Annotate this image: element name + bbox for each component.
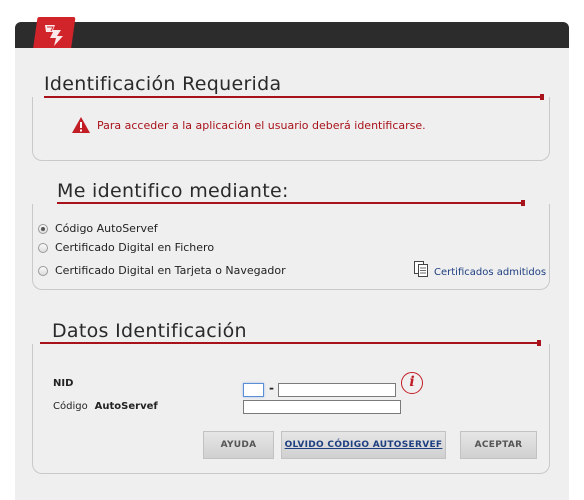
section-title-identification-required: Identificación Requerida bbox=[44, 73, 282, 95]
radio-label: Certificado Digital en Fichero bbox=[55, 241, 215, 254]
code-label-prefix: Código bbox=[53, 401, 88, 412]
radio-option-cert-card[interactable]: Certificado Digital en Tarjeta o Navegad… bbox=[38, 264, 286, 277]
nid-label: NID bbox=[53, 378, 74, 389]
code-input[interactable] bbox=[243, 400, 401, 414]
radio-option-cert-file[interactable]: Certificado Digital en Fichero bbox=[38, 241, 214, 254]
nid-prefix-input[interactable] bbox=[243, 383, 264, 397]
radio-label: Código AutoServef bbox=[55, 222, 158, 235]
warning-triangle-icon bbox=[72, 117, 90, 133]
documents-icon bbox=[414, 261, 428, 277]
nid-input[interactable] bbox=[278, 383, 396, 397]
certificates-link-text[interactable]: Certificados admitidos bbox=[434, 267, 546, 278]
info-icon[interactable]: i bbox=[401, 372, 423, 394]
radio-label: Certificado Digital en Tarjeta o Navegad… bbox=[55, 264, 286, 277]
nid-separator: - bbox=[269, 381, 274, 395]
code-label-bold: AutoServef bbox=[94, 401, 158, 412]
radio-button[interactable] bbox=[38, 265, 48, 276]
certificates-link[interactable]: Certificados admitidos bbox=[413, 260, 546, 278]
radio-option-autoservef[interactable]: Código AutoServef bbox=[38, 222, 158, 235]
help-button[interactable]: AYUDA bbox=[203, 431, 274, 459]
warning-text: Para acceder a la aplicación el usuario … bbox=[97, 118, 426, 132]
warning-message: Para acceder a la aplicación el usuario … bbox=[71, 116, 426, 134]
section-title-identify-via: Me identifico mediante: bbox=[57, 180, 289, 202]
top-bar bbox=[15, 22, 569, 48]
accept-button[interactable]: ACEPTAR bbox=[460, 431, 537, 459]
radio-button[interactable] bbox=[38, 242, 48, 253]
forgot-code-button[interactable]: OLVIDO CÓDIGO AUTOSERVEF bbox=[281, 431, 446, 459]
code-label: Código AutoServef bbox=[53, 401, 158, 412]
section-title-identification-data: Datos Identificación bbox=[52, 320, 247, 342]
radio-button[interactable] bbox=[38, 223, 48, 234]
